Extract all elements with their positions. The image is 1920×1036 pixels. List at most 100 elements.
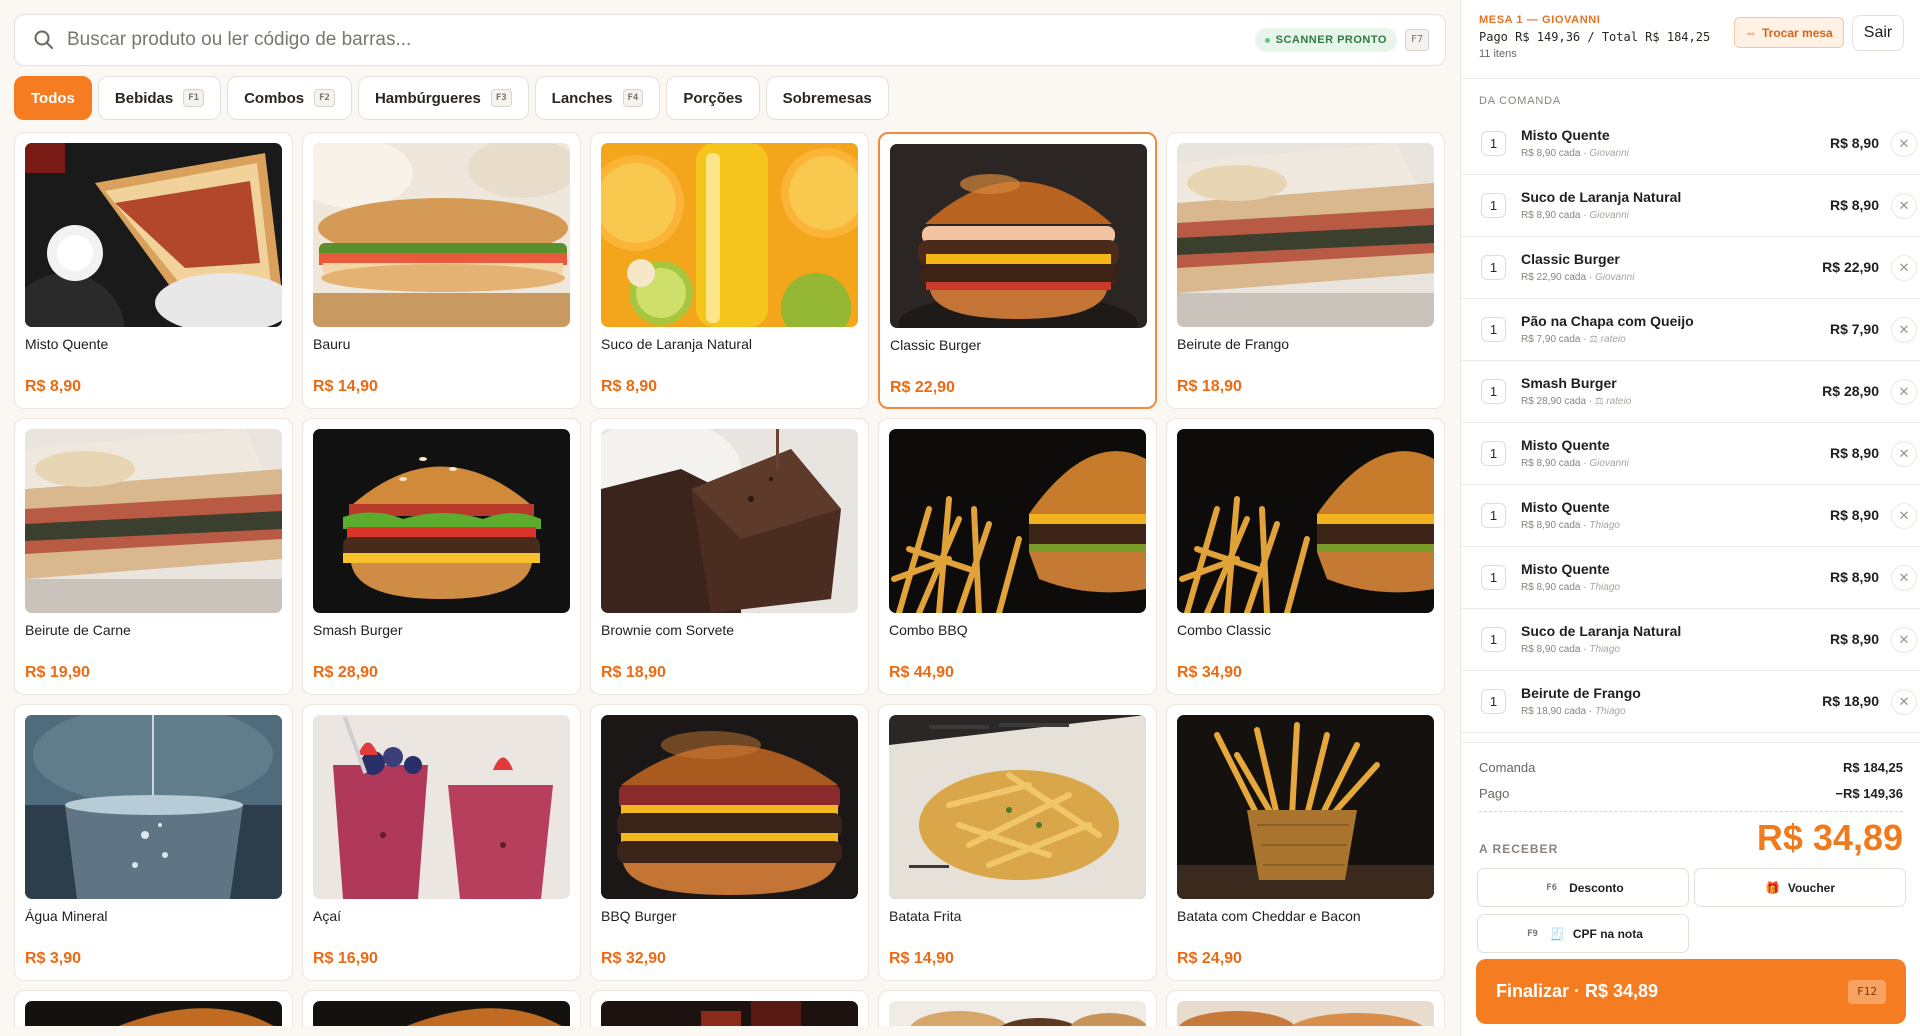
item-total: R$ 28,90 [1822, 383, 1879, 399]
product-name: Combo Classic [1177, 622, 1272, 638]
voucher-button[interactable]: 🎁 Voucher [1694, 868, 1906, 907]
product-image [889, 429, 1146, 613]
order-item[interactable]: 1 Suco de Laranja Natural R$ 8,90 cada · T… [1461, 609, 1920, 671]
order-item[interactable]: 1 Misto Quente R$ 8,90 cada · Giovanni R$ 8… [1461, 423, 1920, 485]
item-unit-line: R$ 8,90 cada · Thiago [1521, 582, 1620, 593]
tab-sobremesas[interactable]: Sobremesas [765, 76, 889, 120]
discount-label: Desconto [1569, 880, 1624, 895]
order-item[interactable]: 1 Classic Burger R$ 22,90 cada · Giovanni R… [1461, 237, 1920, 299]
tab-label: Hambúrgueres [374, 89, 481, 107]
remove-item-icon[interactable]: ✕ [1891, 503, 1917, 529]
order-panel: MESA 1 — GIOVANNI Pago R$ 149,36 / Total… [1460, 0, 1920, 1036]
product-card[interactable]: Misto Quente R$ 8,90 [14, 132, 293, 409]
item-owner: Giovanni [1594, 272, 1635, 283]
table-paid-total: Pago R$ 149,36 / Total R$ 184,25 [1479, 30, 1711, 44]
product-image [890, 144, 1147, 328]
product-card[interactable] [14, 990, 293, 1026]
item-unit-line: R$ 22,90 cada · Giovanni [1521, 272, 1635, 283]
product-card[interactable]: Beirute de Frango R$ 18,90 [1166, 132, 1445, 409]
order-item[interactable]: 1 Misto Quente R$ 8,90 cada · Thiago R$ 8,9… [1461, 485, 1920, 547]
product-card[interactable]: Smash Burger R$ 28,90 [302, 418, 581, 695]
item-unit-line: R$ 7,90 cada · ⚖ rateio [1521, 334, 1626, 345]
exit-button[interactable]: Sair [1852, 15, 1904, 51]
product-image [889, 1001, 1146, 1026]
remove-item-icon[interactable]: ✕ [1891, 689, 1917, 715]
order-item[interactable]: 1 Misto Quente R$ 8,90 cada · Giovanni R$ 8… [1461, 113, 1920, 175]
remove-item-icon[interactable]: ✕ [1891, 379, 1917, 405]
product-grid: Misto Quente R$ 8,90 Bauru R$ 14,90 Suco de … [14, 132, 1446, 1026]
remove-item-icon[interactable]: ✕ [1891, 565, 1917, 591]
order-item[interactable]: 1 Smash Burger R$ 28,90 cada · ⚖ rateio R$ … [1461, 361, 1920, 423]
product-card[interactable]: Brownie com Sorvete R$ 18,90 [590, 418, 869, 695]
swap-table-button[interactable]: ⇔ Trocar mesa [1734, 17, 1844, 48]
cpf-shortcut-key: F9 [1527, 928, 1538, 939]
search-bar[interactable]: Buscar produto ou ler código de barras..… [14, 14, 1446, 66]
product-card[interactable] [1166, 990, 1445, 1026]
product-image [1177, 429, 1434, 613]
product-image [601, 143, 858, 327]
item-quantity[interactable]: 1 [1481, 131, 1506, 156]
tab-lanches[interactable]: Lanches F4 [534, 76, 661, 120]
item-quantity[interactable]: 1 [1481, 255, 1506, 280]
remove-item-icon[interactable]: ✕ [1891, 131, 1917, 157]
remove-item-icon[interactable]: ✕ [1891, 441, 1917, 467]
item-unit-line: R$ 8,90 cada · Giovanni [1521, 148, 1629, 159]
item-name: Suco de Laranja Natural [1521, 189, 1682, 205]
product-card[interactable] [590, 990, 869, 1026]
tab-porcoes[interactable]: Porções [666, 76, 760, 120]
search-input[interactable]: Buscar produto ou ler código de barras..… [67, 29, 1255, 51]
product-image [1177, 1001, 1434, 1026]
product-card[interactable]: Suco de Laranja Natural R$ 8,90 [590, 132, 869, 409]
product-card[interactable]: Açaí R$ 16,90 [302, 704, 581, 981]
order-item[interactable]: 1 Suco de Laranja Natural R$ 8,90 cada · G… [1461, 175, 1920, 237]
amount-due-label: A RECEBER [1479, 842, 1559, 856]
item-quantity[interactable]: 1 [1481, 193, 1506, 218]
product-card[interactable]: Combo BBQ R$ 44,90 [878, 418, 1157, 695]
product-price: R$ 19,90 [25, 664, 90, 681]
product-card[interactable]: BBQ Burger R$ 32,90 [590, 704, 869, 981]
product-card[interactable] [302, 990, 581, 1026]
item-quantity[interactable]: 1 [1481, 689, 1506, 714]
product-card[interactable]: Beirute de Carne R$ 19,90 [14, 418, 293, 695]
tab-label: Combos [244, 89, 305, 107]
product-card[interactable] [878, 990, 1157, 1026]
product-name: Batata Frita [889, 908, 962, 924]
product-card[interactable]: Combo Classic R$ 34,90 [1166, 418, 1445, 695]
item-quantity[interactable]: 1 [1481, 317, 1506, 342]
finalize-button[interactable]: Finalizar · R$ 34,89 F12 [1476, 959, 1906, 1024]
product-card[interactable]: Batata Frita R$ 14,90 [878, 704, 1157, 981]
tab-bebidas[interactable]: Bebidas F1 [97, 76, 222, 120]
order-item[interactable]: 1 Misto Quente R$ 8,90 cada · Thiago R$ 8,9… [1461, 547, 1920, 609]
product-card[interactable]: Água Mineral R$ 3,90 [14, 704, 293, 981]
item-quantity[interactable]: 1 [1481, 627, 1506, 652]
remove-item-icon[interactable]: ✕ [1891, 627, 1917, 653]
product-card[interactable]: Classic Burger R$ 22,90 [878, 132, 1157, 409]
order-item[interactable]: 1 Pão na Chapa com Queijo R$ 7,90 cada · ⚖… [1461, 299, 1920, 361]
remove-item-icon[interactable]: ✕ [1891, 193, 1917, 219]
scanner-status-text: SCANNER PRONTO [1275, 34, 1387, 46]
remove-item-icon[interactable]: ✕ [1891, 255, 1917, 281]
product-image [25, 715, 282, 899]
item-quantity[interactable]: 1 [1481, 565, 1506, 590]
tab-combos[interactable]: Combos F2 [227, 76, 352, 120]
tab-hamburgueres[interactable]: Hambúrgueres F3 [357, 76, 529, 120]
item-unit-price: R$ 8,90 cada [1521, 582, 1581, 593]
product-name: Suco de Laranja Natural [601, 336, 752, 352]
cpf-button[interactable]: F9 🧾 CPF na nota [1477, 914, 1689, 953]
discount-button[interactable]: F6 Desconto [1477, 868, 1689, 907]
amount-due-value: R$ 34,89 [1756, 817, 1903, 858]
item-quantity[interactable]: 1 [1481, 379, 1506, 404]
item-unit-price: R$ 8,90 cada [1521, 644, 1581, 655]
item-total: R$ 8,90 [1829, 197, 1879, 213]
item-owner: Thiago [1594, 706, 1626, 717]
item-quantity[interactable]: 1 [1481, 503, 1506, 528]
item-quantity[interactable]: 1 [1481, 441, 1506, 466]
item-name: Misto Quente [1521, 561, 1610, 577]
order-item[interactable]: 1 Beirute de Frango R$ 18,90 cada · Thiago… [1461, 671, 1920, 733]
tab-todos[interactable]: Todos [14, 76, 92, 120]
item-name: Beirute de Frango [1521, 685, 1641, 701]
product-card[interactable]: Bauru R$ 14,90 [302, 132, 581, 409]
product-card[interactable]: Batata com Cheddar e Bacon R$ 24,90 [1166, 704, 1445, 981]
product-image [601, 429, 858, 613]
remove-item-icon[interactable]: ✕ [1891, 317, 1917, 343]
